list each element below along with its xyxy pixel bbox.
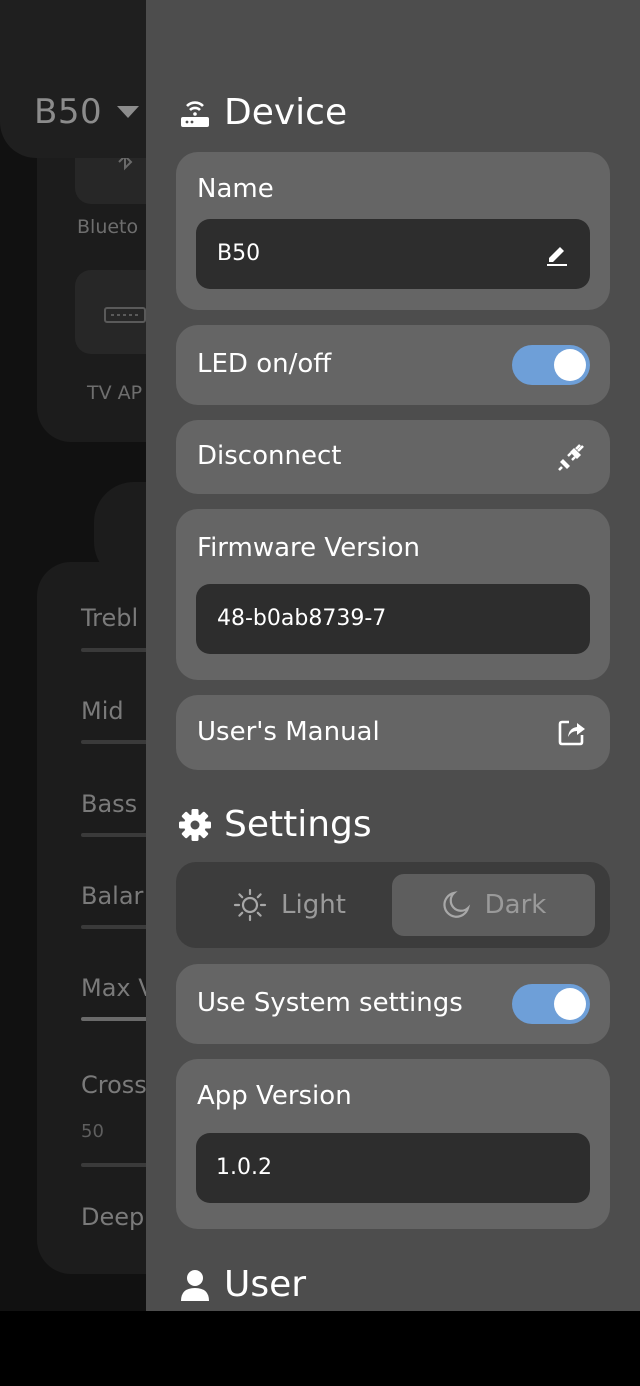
- eq-label-bass: Bass: [81, 790, 138, 818]
- system-settings-toggle[interactable]: [512, 984, 590, 1024]
- theme-dark-label: Dark: [484, 890, 547, 920]
- edit-icon[interactable]: [544, 241, 570, 267]
- unplug-icon: [556, 441, 588, 473]
- settings-section-label: Settings: [224, 804, 372, 845]
- firmware-value: 48-b0ab8739-7: [217, 606, 387, 631]
- app-version-field: 1.0.2: [196, 1133, 590, 1203]
- led-toggle[interactable]: [512, 345, 590, 385]
- device-section-label: Device: [224, 92, 348, 133]
- disconnect-label: Disconnect: [197, 441, 342, 471]
- users-manual-button[interactable]: User's Manual: [176, 695, 610, 770]
- device-name-field[interactable]: B50: [196, 219, 590, 289]
- sun-icon: [233, 888, 267, 922]
- firmware-field: 48-b0ab8739-7: [196, 584, 590, 654]
- device-name-value: B50: [217, 241, 261, 266]
- system-settings-toggle-knob: [554, 988, 586, 1020]
- router-icon: [178, 96, 212, 130]
- firmware-card: Firmware Version 48-b0ab8739-7: [176, 509, 610, 680]
- led-card: LED on/off: [176, 325, 610, 405]
- theme-light-label: Light: [281, 890, 346, 920]
- theme-segmented-control: Light Dark: [176, 862, 610, 948]
- moon-icon: [441, 890, 471, 920]
- eq-label-crossover: Cross: [81, 1071, 147, 1099]
- crossover-value: 50: [81, 1121, 104, 1142]
- eq-label-treble: Trebl: [81, 604, 139, 632]
- name-label: Name: [197, 174, 274, 204]
- eq-label-max-volume: Max V: [81, 974, 155, 1002]
- settings-section-title: Settings: [178, 804, 372, 845]
- device-selector-label[interactable]: B50: [34, 92, 102, 132]
- user-section-title: User: [178, 1264, 306, 1305]
- eq-label-deep-bass: Deep: [81, 1203, 145, 1231]
- disconnect-button[interactable]: Disconnect: [176, 420, 610, 494]
- users-manual-label: User's Manual: [197, 717, 380, 747]
- app-version-value: 1.0.2: [216, 1155, 272, 1180]
- theme-dark-option[interactable]: Dark: [392, 874, 595, 936]
- app-version-label: App Version: [197, 1081, 352, 1111]
- gear-icon: [178, 808, 212, 842]
- eq-label-balance: Balar: [81, 882, 144, 910]
- eq-label-mid: Mid: [81, 697, 124, 725]
- system-settings-label: Use System settings: [197, 988, 463, 1018]
- user-section-label: User: [224, 1264, 307, 1305]
- device-section-title: Device: [178, 92, 347, 133]
- led-toggle-knob: [554, 349, 586, 381]
- chevron-down-icon[interactable]: [117, 106, 139, 118]
- settings-drawer: Device Name B50 LED on/off Disconnect Fi…: [146, 0, 640, 1311]
- user-icon: [178, 1268, 212, 1302]
- app-version-card: App Version 1.0.2: [176, 1059, 610, 1229]
- system-navigation-bar: [0, 1311, 640, 1386]
- system-settings-card: Use System settings: [176, 964, 610, 1044]
- firmware-label: Firmware Version: [197, 533, 421, 563]
- tv-arc-source-label: TV AP: [87, 382, 143, 404]
- led-label: LED on/off: [197, 349, 332, 379]
- theme-light-option[interactable]: Light: [188, 874, 391, 936]
- external-link-icon: [556, 716, 588, 748]
- name-card: Name B50: [176, 152, 610, 310]
- bluetooth-source-label: Blueto: [77, 216, 139, 238]
